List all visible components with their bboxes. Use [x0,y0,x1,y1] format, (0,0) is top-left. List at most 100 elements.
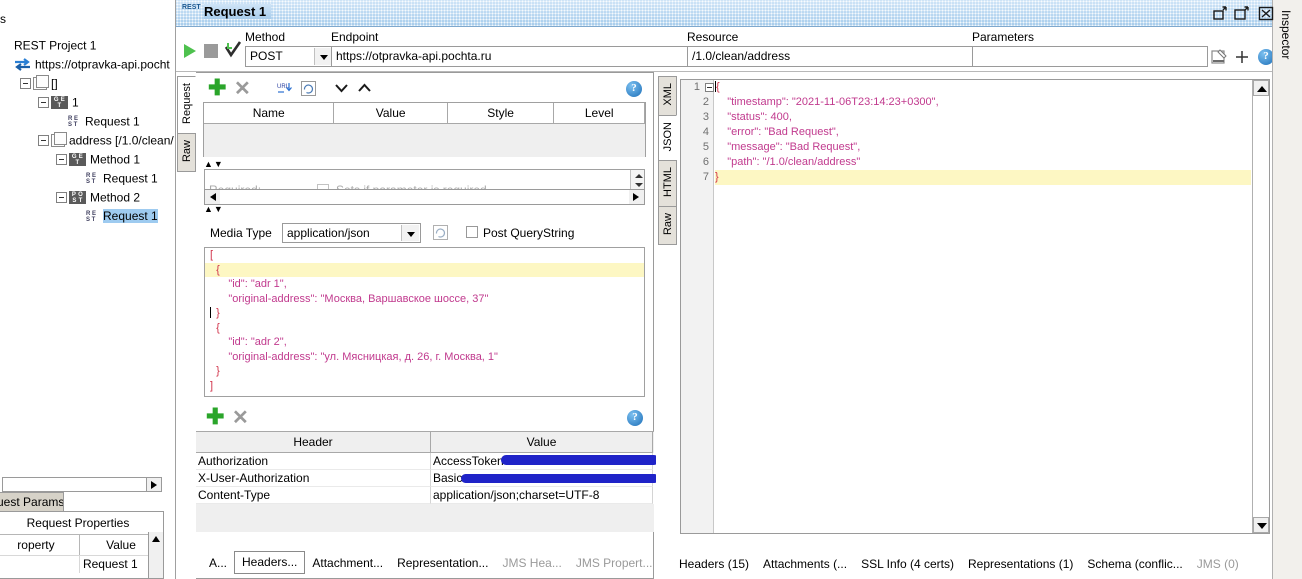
vscroll-up-arrow[interactable] [1253,80,1269,96]
response-line[interactable]: } [715,170,719,185]
param-editor-icon[interactable] [1211,49,1227,65]
tab-jms-0[interactable]: JMS (0) [1190,554,1246,575]
body-line[interactable]: { [205,262,644,277]
response-bottom-tabs[interactable]: Headers (15) Attachments (... SSL Info (4 … [672,554,1246,575]
response-tab-xml[interactable]: XML [658,76,677,116]
table-row[interactable]: Content-Type application/json;charset=UTF… [196,487,654,504]
tree-item[interactable]: address [/1.0/clean/ [0,131,176,150]
remove-header-button[interactable]: ✕ [232,407,249,429]
expander-icon[interactable] [56,154,67,166]
hscroll-right-arrow[interactable] [629,190,644,204]
parameter-detail-hscrollbar[interactable] [204,189,645,205]
col-value[interactable]: Value [334,103,448,124]
media-type-select[interactable]: application/json [282,223,421,243]
hscroll-left-arrow[interactable] [205,190,220,204]
tab-representations-1[interactable]: Representations (1) [961,554,1080,575]
stop-icon[interactable] [204,44,218,58]
plus-icon[interactable] [1234,49,1250,65]
format-json-icon[interactable] [433,225,448,243]
col-style[interactable]: Style [447,103,555,124]
request-bottom-tabs[interactable]: A... Headers... Attachment... Representatio… [202,551,660,574]
header-value[interactable]: application/json;charset=UTF-8 [431,487,653,504]
tree-item[interactable]: REST Project 1 [0,36,176,55]
response-tab-raw[interactable]: Raw [658,205,677,245]
method-select[interactable]: POST [245,46,334,67]
tab-jms-propert[interactable]: JMS Propert... [569,553,660,574]
navigator-hscroll-right-arrow[interactable] [146,478,161,491]
param-sort-arrows[interactable]: ▲▼ [204,159,224,169]
url-encode-icon[interactable]: URL [277,81,294,99]
inspector-panel[interactable]: Inspector [1272,0,1302,579]
response-line[interactable]: "status": 400, [715,110,792,125]
col-header[interactable]: Header [196,432,431,453]
vscroll-down-arrow[interactable] [1253,517,1269,533]
project-tree[interactable]: REST Project 1 https://otpravka-api.pocht… [0,36,176,226]
tab-headers[interactable]: Headers... [234,551,306,574]
response-tab-html[interactable]: HTML [658,159,677,207]
maximize-button[interactable] [1234,5,1251,21]
body-line[interactable]: } [205,364,644,379]
request-tab-request[interactable]: Request [177,76,196,134]
request-vertical-tabs[interactable]: Request Raw [177,76,196,172]
move-up-icon[interactable] [358,82,371,98]
tree-item[interactable]: R ES T Request 1 [0,169,176,188]
resource-input[interactable]: /1.0/clean/address [687,46,989,67]
parameters-table-body[interactable] [204,124,645,157]
tree-item[interactable]: https://otpravka-api.pocht [0,55,176,74]
request-tab-raw[interactable]: Raw [177,132,196,172]
tree-item[interactable]: G E T Method 1 [0,150,176,169]
col-value[interactable]: Value [431,432,653,453]
refresh-icon[interactable] [301,81,316,99]
parameters-table[interactable]: Name Value Style Level [203,102,646,157]
check-icon[interactable] [224,41,242,59]
body-line[interactable]: { [205,321,644,336]
tab-a[interactable]: A... [202,553,234,574]
request-window-titlebar[interactable]: REST Request 1 [176,0,1275,27]
body-line[interactable]: "original-address": "Москва, Варшавское … [205,292,644,307]
col-level[interactable]: Level [554,103,645,124]
add-parameter-button[interactable]: ✚ [208,77,226,99]
properties-vscrollbar[interactable] [148,532,163,578]
response-tab-json[interactable]: JSON [658,114,677,161]
move-down-icon[interactable] [335,81,348,97]
close-button[interactable] [1258,5,1275,21]
remove-parameter-button[interactable]: ✕ [234,78,251,100]
parameters-input[interactable] [972,46,1208,67]
body-line[interactable]: "id": "adr 1", [205,277,644,292]
response-editor[interactable]: 1234567 { "timestamp": "2021-11-06T23:14… [680,79,1270,534]
expander-icon[interactable] [38,135,49,147]
expander-icon[interactable] [20,78,31,90]
chevron-down-icon[interactable] [401,225,419,241]
restore-button[interactable] [1212,5,1229,21]
tab-representation[interactable]: Representation... [390,553,495,574]
headers-help-icon[interactable]: ? [627,410,643,426]
tab-jms-hea[interactable]: JMS Hea... [495,553,568,574]
table-row[interactable]: Request 1 [0,555,163,573]
body-line[interactable]: } [205,306,644,321]
request-body-editor[interactable]: [ { "id": "adr 1", "original-address": "… [204,247,645,397]
navigator-hscroll-thumb[interactable] [3,478,113,491]
tab-attachments[interactable]: Attachments (... [756,554,854,575]
post-querystring-checkbox[interactable] [466,226,478,238]
response-vscrollbar[interactable] [1252,80,1269,533]
response-vertical-tabs[interactable]: XML JSON HTML Raw [658,76,677,245]
headers-table[interactable]: Header Value Authorization AccessToken ...… [196,431,659,532]
add-header-button[interactable]: ✚ [206,406,224,428]
body-line[interactable]: [ [205,248,644,263]
response-line[interactable]: { [715,80,720,95]
run-icon[interactable] [181,42,199,60]
tab-request-params[interactable]: uest Params [0,492,64,512]
tab-schema-conflic[interactable]: Schema (conflic... [1080,554,1189,575]
tree-item[interactable]: R ES T Request 1 [0,112,176,131]
tree-item[interactable]: R ES T Request 1 [0,207,176,226]
tab-headers-15[interactable]: Headers (15) [672,554,756,575]
body-line[interactable]: "original-address": "ул. Мясницкая, д. 2… [205,350,644,365]
response-line[interactable]: "path": "/1.0/clean/address" [715,155,860,170]
fold-toggle-icon[interactable] [705,83,714,92]
tab-ssl-info-4-certs[interactable]: SSL Info (4 certs) [854,554,961,575]
tab-attachment[interactable]: Attachment... [305,553,390,574]
expander-icon[interactable] [56,192,67,204]
response-line[interactable]: "error": "Bad Request", [715,125,839,140]
tree-item[interactable]: [] [0,74,176,93]
response-line[interactable]: "timestamp": "2021-11-06T23:14:23+0300", [715,95,938,110]
